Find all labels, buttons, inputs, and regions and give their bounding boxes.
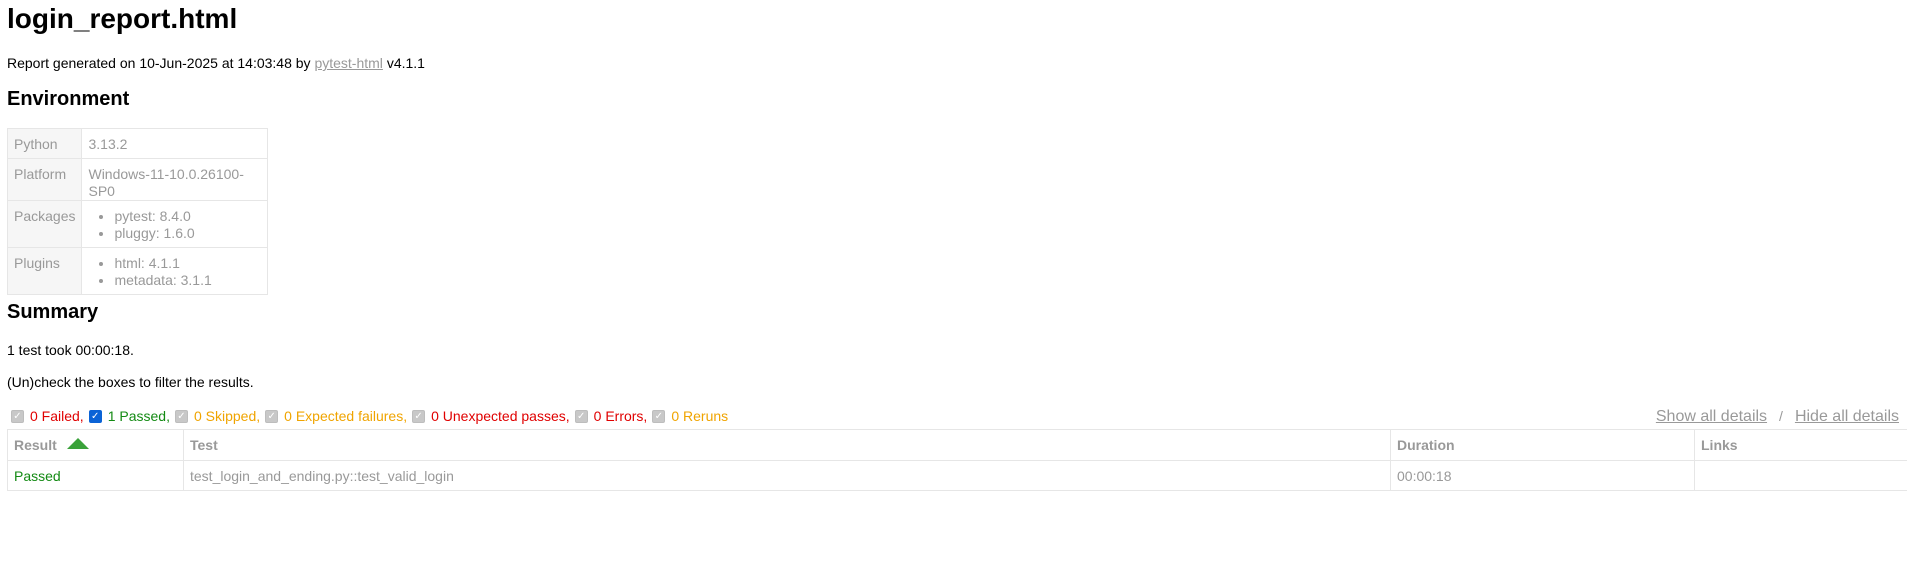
filter-reruns: ✓ 0 Reruns [652, 408, 728, 425]
env-value-plugins: html: 4.1.1 metadata: 3.1.1 [81, 247, 269, 295]
cell-result[interactable]: Passed [7, 460, 184, 491]
cell-duration: 00:00:18 [1390, 460, 1695, 491]
column-header-label: Result [14, 437, 57, 453]
filter-errors: ✓ 0 Errors, [574, 408, 648, 425]
results-table: Result Test Duration Links Passed test_l… [7, 429, 1907, 491]
page-title: login_report.html [7, 3, 238, 34]
env-value-platform: Windows-11-10.0.26100-SP0 [81, 158, 269, 201]
filter-errors-label: 0 Errors, [593, 408, 648, 424]
report-generated-line: Report generated on 10-Jun-2025 at 14:03… [7, 55, 425, 72]
filter-reruns-label: 0 Reruns [671, 408, 729, 424]
filter-failed-checkbox[interactable]: ✓ [11, 410, 24, 423]
env-key-python: Python [6, 128, 83, 159]
result-filters: ✓ 0 Failed, ✓ 1 Passed, ✓ 0 Skipped, ✓ 0… [11, 408, 733, 425]
filter-xpassed: ✓ 0 Unexpected passes, [412, 408, 570, 425]
env-row-platform: Platform Windows-11-10.0.26100-SP0 [6, 158, 269, 201]
filter-skipped-checkbox[interactable]: ✓ [174, 410, 188, 423]
generator-version: v4.1.1 [386, 55, 425, 71]
checkmark-icon: ✓ [91, 410, 100, 422]
details-toggle-links: Show all details / Hide all details [1656, 407, 1899, 426]
filter-passed-checkbox[interactable]: ✓ [88, 410, 102, 423]
env-row-packages: Packages pytest: 8.4.0 pluggy: 1.6.0 [6, 200, 269, 248]
pytest-html-link[interactable]: pytest-html [314, 55, 382, 71]
show-all-details-link[interactable]: Show all details [1656, 408, 1767, 425]
filter-xfailed-label: 0 Expected failures, [284, 408, 408, 424]
details-separator: / [1779, 408, 1783, 424]
env-key-plugins: Plugins [6, 247, 83, 295]
table-row[interactable]: Passed test_login_and_ending.py::test_va… [7, 460, 1907, 491]
environment-heading: Environment [7, 88, 130, 110]
list-item: html: 4.1.1 [114, 255, 261, 272]
list-item: pluggy: 1.6.0 [114, 225, 261, 242]
env-value-packages: pytest: 8.4.0 pluggy: 1.6.0 [81, 200, 269, 248]
cell-test: test_login_and_ending.py::test_valid_log… [183, 460, 1391, 491]
env-key-platform: Platform [6, 158, 83, 201]
column-header-links: Links [1694, 429, 1907, 461]
column-header-test[interactable]: Test [183, 429, 1391, 461]
filter-errors-checkbox[interactable]: ✓ [574, 410, 588, 423]
results-header-row: Result Test Duration Links [7, 429, 1907, 461]
summary-heading: Summary [7, 301, 99, 323]
env-row-plugins: Plugins html: 4.1.1 metadata: 3.1.1 [6, 247, 269, 295]
generated-text: Report generated on 10-Jun-2025 at 14:03… [7, 55, 311, 71]
sort-ascending-arrow-icon [66, 438, 89, 449]
filter-passed-label: 1 Passed, [107, 408, 170, 424]
filter-failed-label: 0 Failed, [30, 408, 84, 424]
cell-links [1694, 460, 1907, 491]
column-header-duration[interactable]: Duration [1390, 429, 1695, 461]
test-count-text: 1 test took 00:00:18. [7, 342, 134, 358]
env-value-python: 3.13.2 [81, 128, 269, 159]
env-key-packages: Packages [6, 200, 83, 248]
list-item: pytest: 8.4.0 [114, 208, 261, 225]
filter-hint-text: (Un)check the boxes to filter the result… [7, 374, 254, 390]
env-row-python: Python 3.13.2 [6, 128, 269, 159]
filter-failed: ✓ 0 Failed, [11, 408, 84, 425]
filter-xfailed: ✓ 0 Expected failures, [265, 408, 407, 425]
packages-list: pytest: 8.4.0 pluggy: 1.6.0 [88, 208, 261, 242]
filter-xfailed-checkbox[interactable]: ✓ [265, 410, 279, 423]
filter-reruns-checkbox[interactable]: ✓ [652, 410, 666, 423]
hide-all-details-link[interactable]: Hide all details [1795, 408, 1899, 425]
list-item: metadata: 3.1.1 [114, 272, 261, 289]
filter-xpassed-checkbox[interactable]: ✓ [412, 410, 426, 423]
filter-skipped: ✓ 0 Skipped, [174, 408, 261, 425]
environment-table: Python 3.13.2 Platform Windows-11-10.0.2… [6, 128, 269, 295]
filter-xpassed-label: 0 Unexpected passes, [431, 408, 570, 424]
filter-skipped-label: 0 Skipped, [193, 408, 261, 424]
filter-passed: ✓ 1 Passed, [88, 408, 170, 425]
plugins-list: html: 4.1.1 metadata: 3.1.1 [88, 255, 261, 289]
report-page: login_report.html Report generated on 10… [0, 0, 1907, 577]
column-header-result[interactable]: Result [7, 429, 184, 461]
